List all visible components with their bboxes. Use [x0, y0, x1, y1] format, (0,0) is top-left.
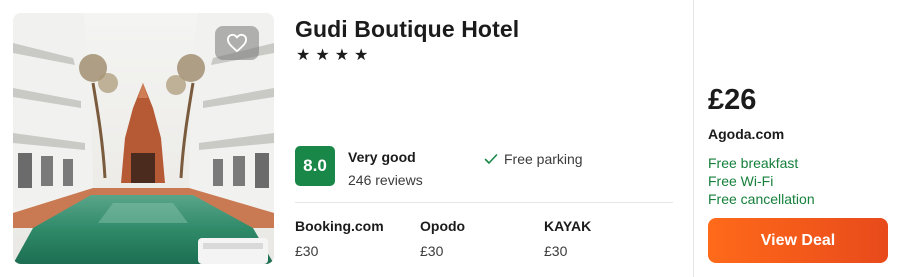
perk-free-cancellation: Free cancellation [708, 191, 815, 207]
provider-price-kayak[interactable]: KAYAK £30 [544, 218, 591, 259]
provider-price: £30 [295, 243, 319, 259]
review-rating-label: Very good [348, 149, 416, 165]
provider-price: £30 [544, 243, 568, 259]
divider [295, 202, 673, 203]
perk-free-breakfast: Free breakfast [708, 155, 799, 171]
provider-price-booking[interactable]: Booking.com £30 [295, 218, 384, 259]
view-deal-button[interactable]: View Deal [708, 218, 888, 263]
favorite-button[interactable] [215, 26, 259, 60]
check-icon [484, 154, 498, 164]
amenity-label: Free parking [504, 151, 583, 167]
review-count[interactable]: 246 reviews [348, 172, 423, 188]
column-divider [693, 0, 694, 277]
hotel-result-card[interactable]: Gudi Boutique Hotel ★★★★ 8.0 Very good 2… [0, 0, 905, 277]
best-price: £26 [708, 84, 757, 116]
provider-name: Booking.com [295, 218, 384, 234]
provider-name: KAYAK [544, 218, 592, 234]
provider-name: Opodo [420, 218, 466, 234]
star-rating: ★★★★ [296, 47, 374, 64]
provider-price: £30 [420, 243, 444, 259]
perk-free-wifi: Free Wi-Fi [708, 173, 774, 189]
review-score-badge: 8.0 [295, 146, 335, 186]
best-price-site: Agoda.com [708, 126, 785, 142]
heart-icon [227, 33, 247, 53]
provider-price-opodo[interactable]: Opodo £30 [420, 218, 465, 259]
amenity-free-parking: Free parking [484, 151, 583, 167]
hotel-name[interactable]: Gudi Boutique Hotel [295, 16, 519, 43]
